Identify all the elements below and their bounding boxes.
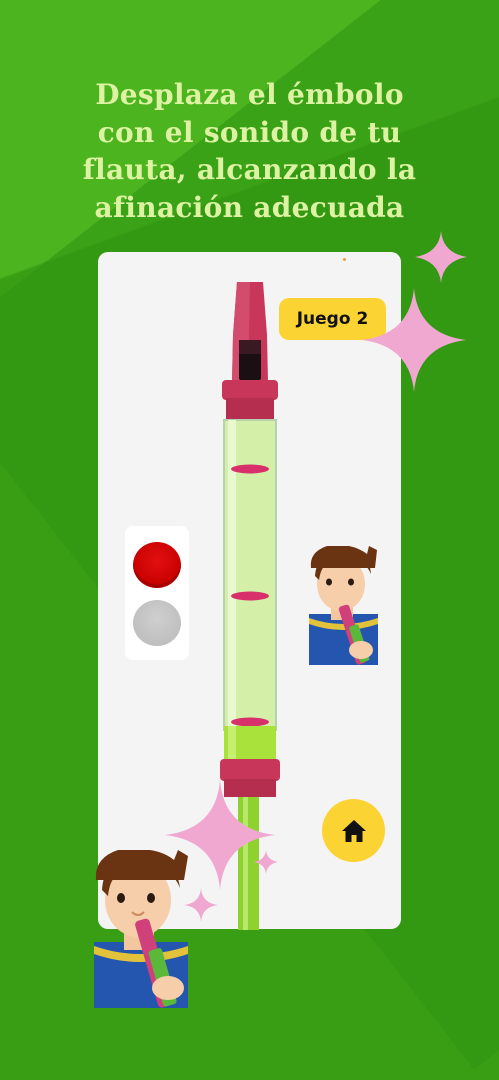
sparkle-icon bbox=[184, 888, 218, 922]
home-button[interactable] bbox=[322, 799, 385, 862]
indicator-light-active bbox=[133, 542, 181, 588]
title-line-4: afinación adecuada bbox=[94, 190, 405, 224]
sparkle-icon bbox=[415, 231, 467, 283]
title-line-2: con el sonido de tu bbox=[97, 115, 402, 149]
boy-flute-illustration-small bbox=[309, 546, 378, 665]
orange-dot bbox=[343, 258, 346, 261]
sparkle-icon bbox=[362, 288, 466, 392]
indicator-panel bbox=[125, 526, 189, 660]
tube-hole-3 bbox=[231, 717, 269, 727]
tube-hole-2 bbox=[231, 591, 269, 601]
title-line-1: Desplaza el émbolo bbox=[95, 78, 404, 111]
indicator-light-inactive bbox=[133, 600, 181, 646]
sparkle-icon bbox=[254, 850, 278, 874]
tube-bottom-ring bbox=[220, 759, 280, 781]
home-icon bbox=[341, 819, 366, 842]
tube-hole-1 bbox=[231, 464, 269, 474]
mouthpiece-ring bbox=[222, 380, 278, 400]
boy-flute-illustration-large bbox=[94, 850, 188, 1008]
page-title: Desplaza el émbolo con el sonido de tu f… bbox=[20, 76, 479, 226]
title-line-3: flauta, alcanzando la bbox=[82, 153, 417, 186]
